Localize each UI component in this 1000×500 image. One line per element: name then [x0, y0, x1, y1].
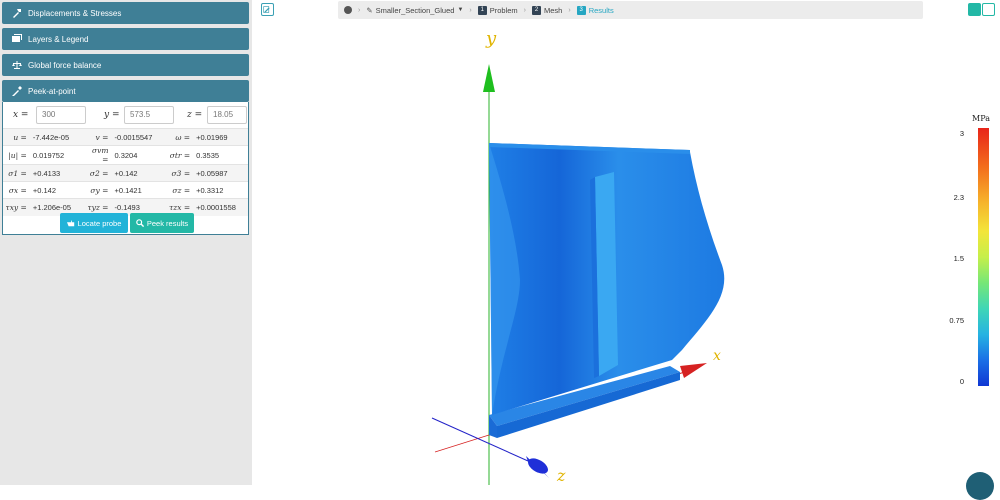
y-axis-arrow: [483, 64, 495, 92]
result-value: +0.142: [112, 164, 167, 182]
result-value: +0.1421: [112, 181, 167, 199]
wrench-icon: ✎: [366, 5, 373, 15]
edit-button[interactable]: [261, 3, 274, 16]
result-label: σ3 =: [166, 164, 195, 182]
result-label: σy =: [84, 181, 113, 199]
result-value: +0.01969: [194, 128, 248, 146]
result-label: τxy =: [3, 198, 31, 216]
step-number: 1: [477, 5, 487, 15]
z-input[interactable]: 18.05: [207, 106, 247, 124]
result-value: +0.142: [30, 181, 85, 199]
eyedropper-icon: [12, 86, 22, 96]
result-value: 0.019752: [30, 145, 85, 165]
panel-label: Displacements & Stresses: [28, 8, 122, 18]
result-label: u =: [3, 128, 31, 146]
legend-tick: 0: [959, 377, 964, 386]
locate-probe-button[interactable]: Locate probe: [60, 213, 128, 233]
results-row: σx = +0.142 σy = +0.1421 σz = +0.3312: [3, 181, 248, 199]
result-value: -7.442e-05: [30, 128, 85, 146]
z-label: z =: [187, 110, 203, 120]
legend-tick: 1.5: [953, 254, 964, 263]
panel-peek-at-point[interactable]: Peek-at-point: [2, 80, 249, 102]
hand-pointer-icon: [66, 220, 74, 227]
chevron-right-icon: ›: [358, 6, 361, 14]
globe-icon[interactable]: [344, 6, 352, 14]
sidebar: Displacements & Stresses Layers & Legend…: [0, 0, 252, 485]
result-value: -0.0015547: [112, 128, 167, 146]
view-toolbar: [968, 3, 996, 16]
result-label: σ2 =: [84, 164, 113, 182]
x-axis-neg-line: [434, 434, 490, 453]
step-number: 3: [576, 5, 586, 15]
search-icon: [136, 219, 144, 227]
result-label: σ1 =: [3, 164, 31, 182]
legend-tick: 2.3: [953, 193, 964, 202]
color-scale-bar: [978, 128, 989, 386]
peek-results-button[interactable]: Peek results: [130, 213, 194, 233]
coordinate-row: x = 300 y = 573.5 z = 18.05: [3, 106, 248, 126]
results-table: u = -7.442e-05 v = -0.0015547 ω = +0.01969 |u|…: [3, 128, 248, 216]
result-value: +0.4133: [30, 164, 85, 182]
caret-down-icon[interactable]: ▼: [457, 7, 463, 13]
results-row: u = -7.442e-05 v = -0.0015547 ω = +0.01969: [3, 128, 248, 146]
edit-icon: [263, 6, 270, 13]
chevron-right-icon: ›: [523, 6, 527, 14]
panel-global-force-balance[interactable]: Global force balance: [2, 54, 249, 76]
panel-label: Global force balance: [28, 60, 102, 70]
x-input[interactable]: 300: [36, 106, 86, 124]
breadcrumb: › ✎ Smaller_Section_Glued ▼ › 1 Problem …: [338, 1, 923, 19]
legend-tick: 0.75: [949, 316, 964, 325]
menu-icon[interactable]: [982, 3, 995, 16]
y-axis-label: y: [486, 28, 497, 49]
peek-results-label: Peek results: [146, 218, 189, 228]
breadcrumb-step-problem[interactable]: Problem: [490, 6, 518, 15]
camera-icon[interactable]: [968, 3, 981, 16]
result-label: ω =: [166, 128, 195, 146]
panel-label: Layers & Legend: [28, 34, 89, 44]
result-label: σtr =: [166, 145, 195, 165]
x-axis-arrow: [680, 363, 707, 378]
help-button[interactable]: [966, 472, 994, 500]
3d-viewport[interactable]: [252, 20, 952, 485]
scale-icon: [12, 61, 22, 69]
result-label: |u| =: [3, 145, 31, 165]
result-label: σvm =: [84, 145, 113, 165]
chevron-right-icon: ›: [568, 6, 571, 14]
peek-panel-body: x = 300 y = 573.5 z = 18.05 u = -7.442e-0…: [2, 102, 249, 235]
y-input[interactable]: 573.5: [124, 106, 174, 124]
hammer-icon: [13, 9, 21, 18]
x-axis-label: x: [713, 348, 721, 364]
y-label: y =: [104, 110, 120, 120]
result-label: σz =: [166, 181, 195, 199]
stiffener-plate: [595, 172, 618, 376]
legend-unit: MPa: [972, 114, 990, 123]
panel-layers-legend[interactable]: Layers & Legend: [2, 28, 249, 50]
result-value: +0.0001558: [194, 198, 248, 216]
x-label: x =: [13, 110, 29, 120]
breadcrumb-step-mesh[interactable]: Mesh: [544, 6, 562, 15]
locate-probe-label: Locate probe: [77, 218, 122, 228]
result-label: σx =: [3, 181, 31, 199]
breadcrumb-project[interactable]: Smaller_Section_Glued: [376, 6, 455, 15]
z-axis-label: z: [557, 466, 566, 485]
result-label: v =: [84, 128, 113, 146]
results-row: |u| = 0.019752 σvm = 0.3204 σtr = 0.3535: [3, 145, 248, 165]
panel-displacements-stresses[interactable]: Displacements & Stresses: [2, 2, 249, 24]
result-value: +0.3312: [194, 181, 248, 199]
results-row: σ1 = +0.4133 σ2 = +0.142 σ3 = +0.05987: [3, 164, 248, 182]
result-value: 0.3204: [112, 145, 167, 165]
breadcrumb-step-results[interactable]: Results: [589, 6, 614, 15]
chevron-right-icon: ›: [469, 6, 472, 14]
z-axis-arrowhead: [528, 458, 548, 474]
legend-tick: 3: [959, 129, 964, 138]
panel-label: Peek-at-point: [28, 86, 76, 96]
step-number: 2: [532, 5, 542, 15]
image-icon: [12, 34, 22, 42]
result-value: +0.05987: [194, 164, 248, 182]
result-value: 0.3535: [194, 145, 248, 165]
